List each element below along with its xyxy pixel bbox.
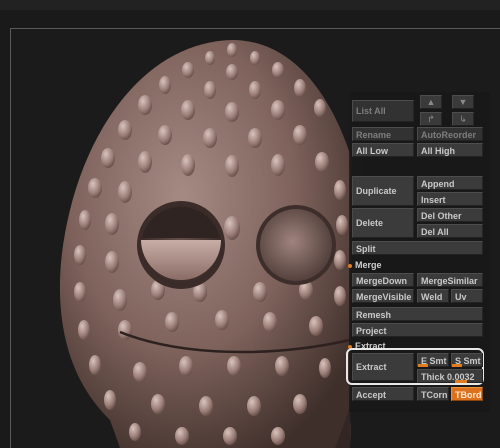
- insert-button[interactable]: Insert: [417, 192, 483, 206]
- rename-button[interactable]: Rename: [352, 127, 414, 141]
- del-all-button[interactable]: Del All: [417, 224, 483, 238]
- merge-visible-button[interactable]: MergeVisible: [352, 289, 414, 303]
- arrow-down-icon[interactable]: ▼: [452, 95, 474, 109]
- merge-section-header[interactable]: Merge: [348, 258, 382, 272]
- arrow-down-right-icon[interactable]: ↳: [452, 112, 474, 126]
- arrow-up-icon[interactable]: ▲: [420, 95, 442, 109]
- t-corner-toggle[interactable]: TCorn: [417, 387, 449, 401]
- extract-button[interactable]: Extract: [352, 353, 414, 381]
- merge-similar-button[interactable]: MergeSimilar: [417, 273, 483, 287]
- duplicate-button[interactable]: Duplicate: [352, 176, 414, 206]
- t-border-toggle[interactable]: TBord: [451, 387, 483, 401]
- thick-slider[interactable]: Thick 0.0032: [417, 369, 483, 383]
- weld-button[interactable]: Weld: [417, 289, 449, 303]
- all-low-button[interactable]: All Low: [352, 143, 414, 157]
- e-smt-slider-fill: [418, 364, 428, 367]
- thick-slider-fill: [455, 380, 467, 383]
- delete-button[interactable]: Delete: [352, 208, 414, 238]
- right-eye: [256, 205, 336, 285]
- arrow-up-right-icon[interactable]: ↱: [420, 112, 442, 126]
- remesh-section-button[interactable]: Remesh: [352, 307, 483, 321]
- all-high-button[interactable]: All High: [417, 143, 483, 157]
- list-all-button[interactable]: List All: [352, 100, 414, 122]
- section-dot-icon: [348, 263, 352, 268]
- merge-down-button[interactable]: MergeDown: [352, 273, 414, 287]
- viewport[interactable]: List All ▲ ▼ ↱ ↳ Rename AutoReorder All …: [0, 0, 500, 448]
- accept-button[interactable]: Accept: [352, 387, 414, 401]
- split-section-button[interactable]: Split: [352, 241, 483, 255]
- auto-reorder-button[interactable]: AutoReorder: [417, 127, 483, 141]
- thick-label: Thick: [421, 372, 445, 382]
- left-eye: [137, 201, 225, 289]
- append-button[interactable]: Append: [417, 176, 483, 190]
- del-other-button[interactable]: Del Other: [417, 208, 483, 222]
- uv-button[interactable]: Uv: [451, 289, 483, 303]
- project-section-button[interactable]: Project: [352, 323, 483, 337]
- s-smt-slider-fill: [452, 364, 462, 367]
